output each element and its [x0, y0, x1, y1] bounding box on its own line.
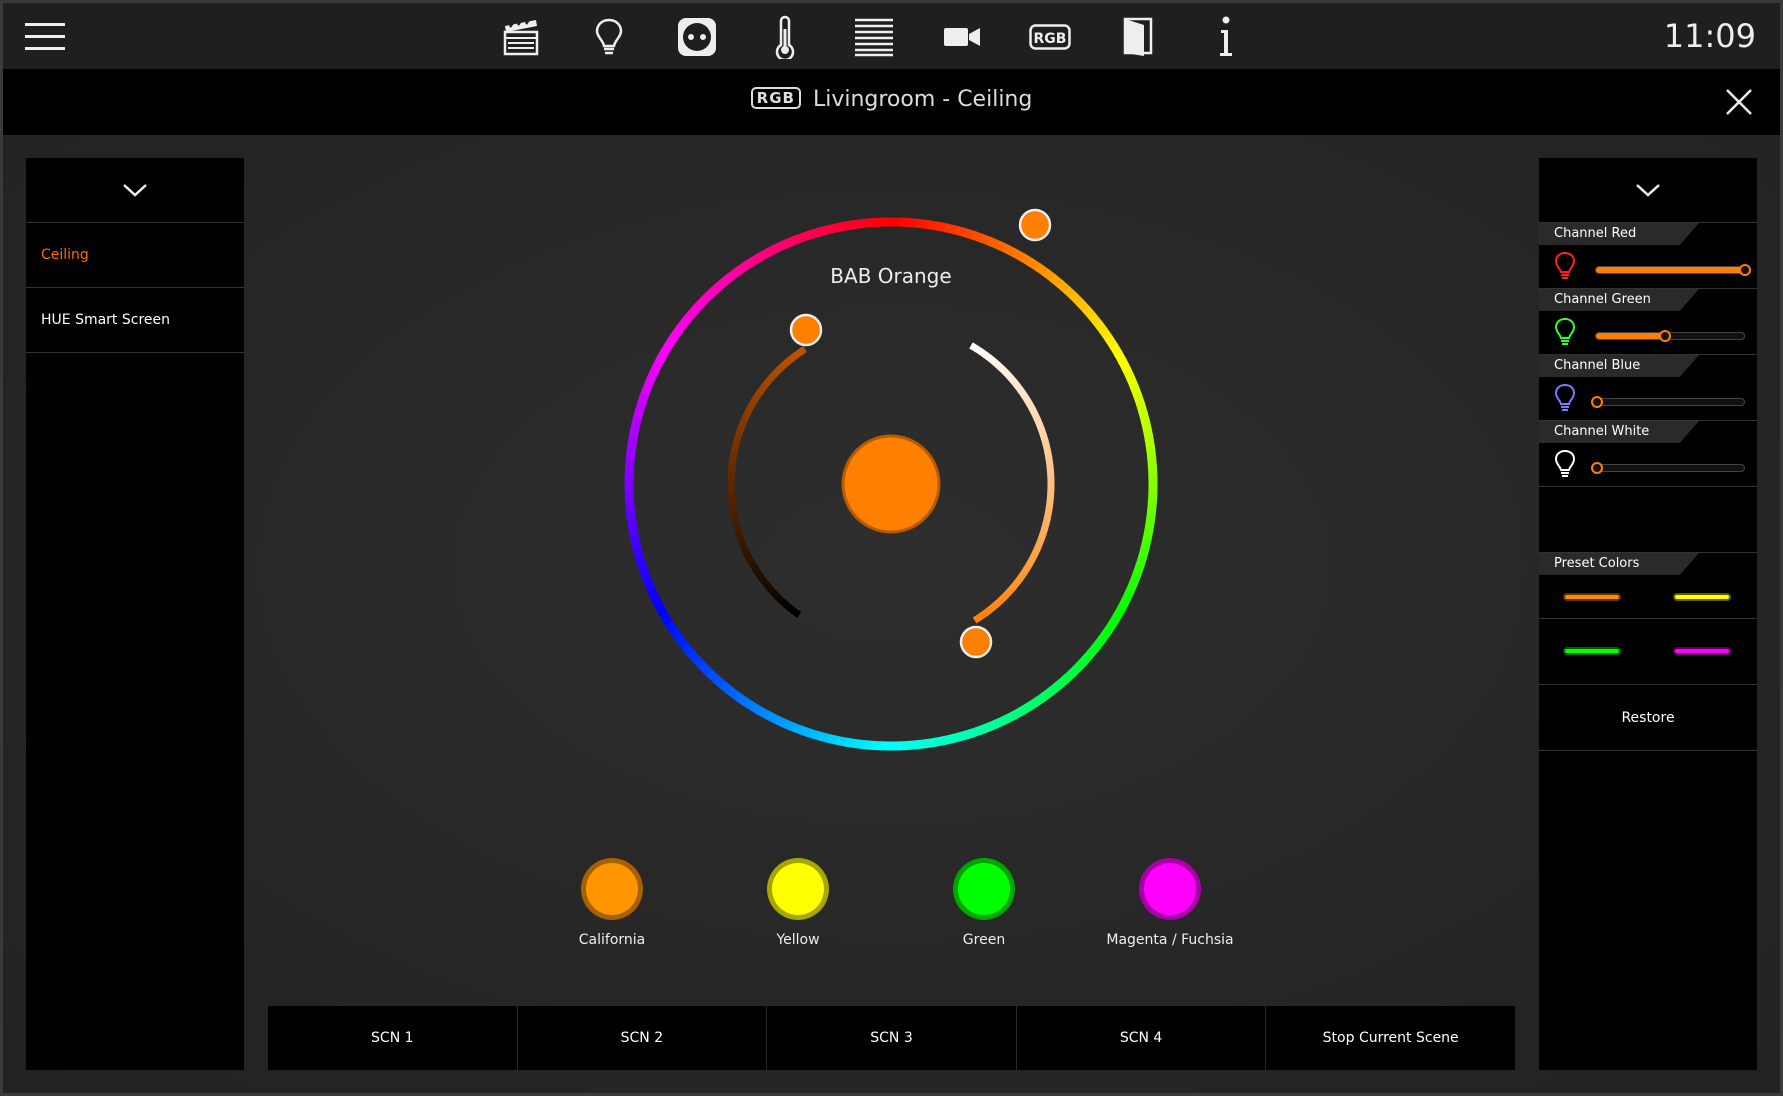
- preset-color-magenta[interactable]: [1675, 649, 1729, 653]
- info-icon[interactable]: [1204, 15, 1248, 59]
- preset-colors-row: [1539, 619, 1757, 685]
- channel-label: Channel Green: [1539, 289, 1699, 311]
- wheel-segment: [972, 613, 983, 624]
- clock: 11:09: [1663, 17, 1756, 55]
- scene-1-button[interactable]: SCN 1: [268, 1006, 518, 1070]
- preset-colors-label: Preset Colors: [1539, 553, 1699, 575]
- preset-magenta-fuchsia[interactable]: Magenta / Fuchsia: [1105, 858, 1235, 948]
- door-icon[interactable]: [1116, 15, 1160, 59]
- hue-handle[interactable]: [1018, 208, 1052, 242]
- preset-label: Magenta / Fuchsia: [1106, 932, 1234, 948]
- preset-label: Green: [962, 932, 1006, 948]
- channel-white-slider[interactable]: [1591, 462, 1745, 474]
- light-bulb-icon[interactable]: [587, 15, 631, 59]
- right-panel-collapse-button[interactable]: [1539, 158, 1757, 223]
- preset-color-yellow[interactable]: [1675, 595, 1729, 599]
- color-name: BAB Orange: [830, 264, 952, 288]
- wheel-segment: [797, 346, 807, 356]
- preset-colors-section: Preset Colors: [1539, 553, 1757, 619]
- channel-blue: Channel Blue: [1539, 355, 1757, 421]
- preset-label: California: [578, 932, 646, 948]
- preset-color-orange[interactable]: [1565, 595, 1619, 599]
- scene-bar: SCN 1 SCN 2 SCN 3 SCN 4 Stop Current Sce…: [268, 1006, 1515, 1070]
- channel-blue-slider[interactable]: [1591, 396, 1745, 408]
- chevron-down-icon: [123, 184, 147, 197]
- brightness-handle[interactable]: [959, 625, 993, 659]
- preset-green[interactable]: Green: [919, 858, 1049, 948]
- preset-swatch: [953, 858, 1015, 920]
- rgb-badge: RGB: [750, 87, 801, 109]
- red-bulb-icon: [1554, 251, 1576, 279]
- preset-swatch: [1139, 858, 1201, 920]
- saturation-arc[interactable]: [727, 346, 807, 618]
- channel-green: Channel Green: [1539, 289, 1757, 355]
- preset-color-green[interactable]: [1565, 649, 1619, 653]
- left-item-label: Ceiling: [41, 247, 89, 263]
- thermometer-icon[interactable]: [763, 15, 807, 59]
- svg-text:RGB: RGB: [1034, 31, 1067, 47]
- brightness-arc[interactable]: [969, 342, 1055, 624]
- title-bar: RGB Livingroom - Ceiling: [3, 69, 1780, 135]
- scene-3-button[interactable]: SCN 3: [767, 1006, 1017, 1070]
- preset-california[interactable]: California: [547, 858, 677, 948]
- page-title: Livingroom - Ceiling: [812, 87, 1033, 112]
- scene-2-button[interactable]: SCN 2: [517, 1006, 768, 1070]
- left-item-hue-smart-screen[interactable]: HUE Smart Screen: [26, 288, 244, 353]
- channel-label: Channel Red: [1539, 223, 1699, 245]
- close-icon[interactable]: [1724, 87, 1754, 117]
- channel-red: Channel Red: [1539, 223, 1757, 289]
- preset-swatch: [767, 858, 829, 920]
- left-panel-collapse-button[interactable]: [26, 158, 244, 223]
- rgb-icon[interactable]: RGB: [1028, 15, 1072, 59]
- left-panel: Ceiling HUE Smart Screen: [26, 158, 244, 1070]
- blue-bulb-icon: [1554, 383, 1576, 411]
- scene-4-button[interactable]: SCN 4: [1016, 1006, 1267, 1070]
- camera-icon[interactable]: [940, 15, 984, 59]
- preset-yellow[interactable]: Yellow: [733, 858, 863, 948]
- menu-icon[interactable]: [25, 23, 65, 53]
- channel-label: Channel Blue: [1539, 355, 1699, 377]
- green-bulb-icon: [1554, 317, 1576, 345]
- chevron-down-icon: [1636, 184, 1660, 197]
- current-color-swatch: [841, 434, 941, 534]
- scenes-icon[interactable]: [499, 15, 543, 59]
- white-bulb-icon: [1554, 449, 1576, 477]
- title-group: RGB Livingroom - Ceiling: [3, 87, 1780, 112]
- saturation-handle[interactable]: [789, 313, 823, 347]
- channel-green-slider[interactable]: [1595, 330, 1745, 342]
- channel-label: Channel White: [1539, 421, 1699, 443]
- socket-icon[interactable]: [675, 15, 719, 59]
- stop-scene-button[interactable]: Stop Current Scene: [1266, 1006, 1515, 1070]
- blinds-icon[interactable]: [852, 15, 896, 59]
- top-navigation-bar: RGB 11:09: [3, 3, 1780, 69]
- channel-red-slider[interactable]: [1595, 264, 1751, 276]
- channel-white: Channel White: [1539, 421, 1757, 487]
- left-item-label: HUE Smart Screen: [41, 312, 171, 328]
- restore-button[interactable]: Restore: [1539, 685, 1757, 751]
- spacer-row: [1539, 487, 1757, 553]
- preset-swatch: [581, 858, 643, 920]
- preset-label: Yellow: [776, 932, 820, 948]
- left-item-ceiling[interactable]: Ceiling: [26, 223, 244, 288]
- right-panel: Channel Red Channel Green Channel Blue C…: [1539, 158, 1757, 1070]
